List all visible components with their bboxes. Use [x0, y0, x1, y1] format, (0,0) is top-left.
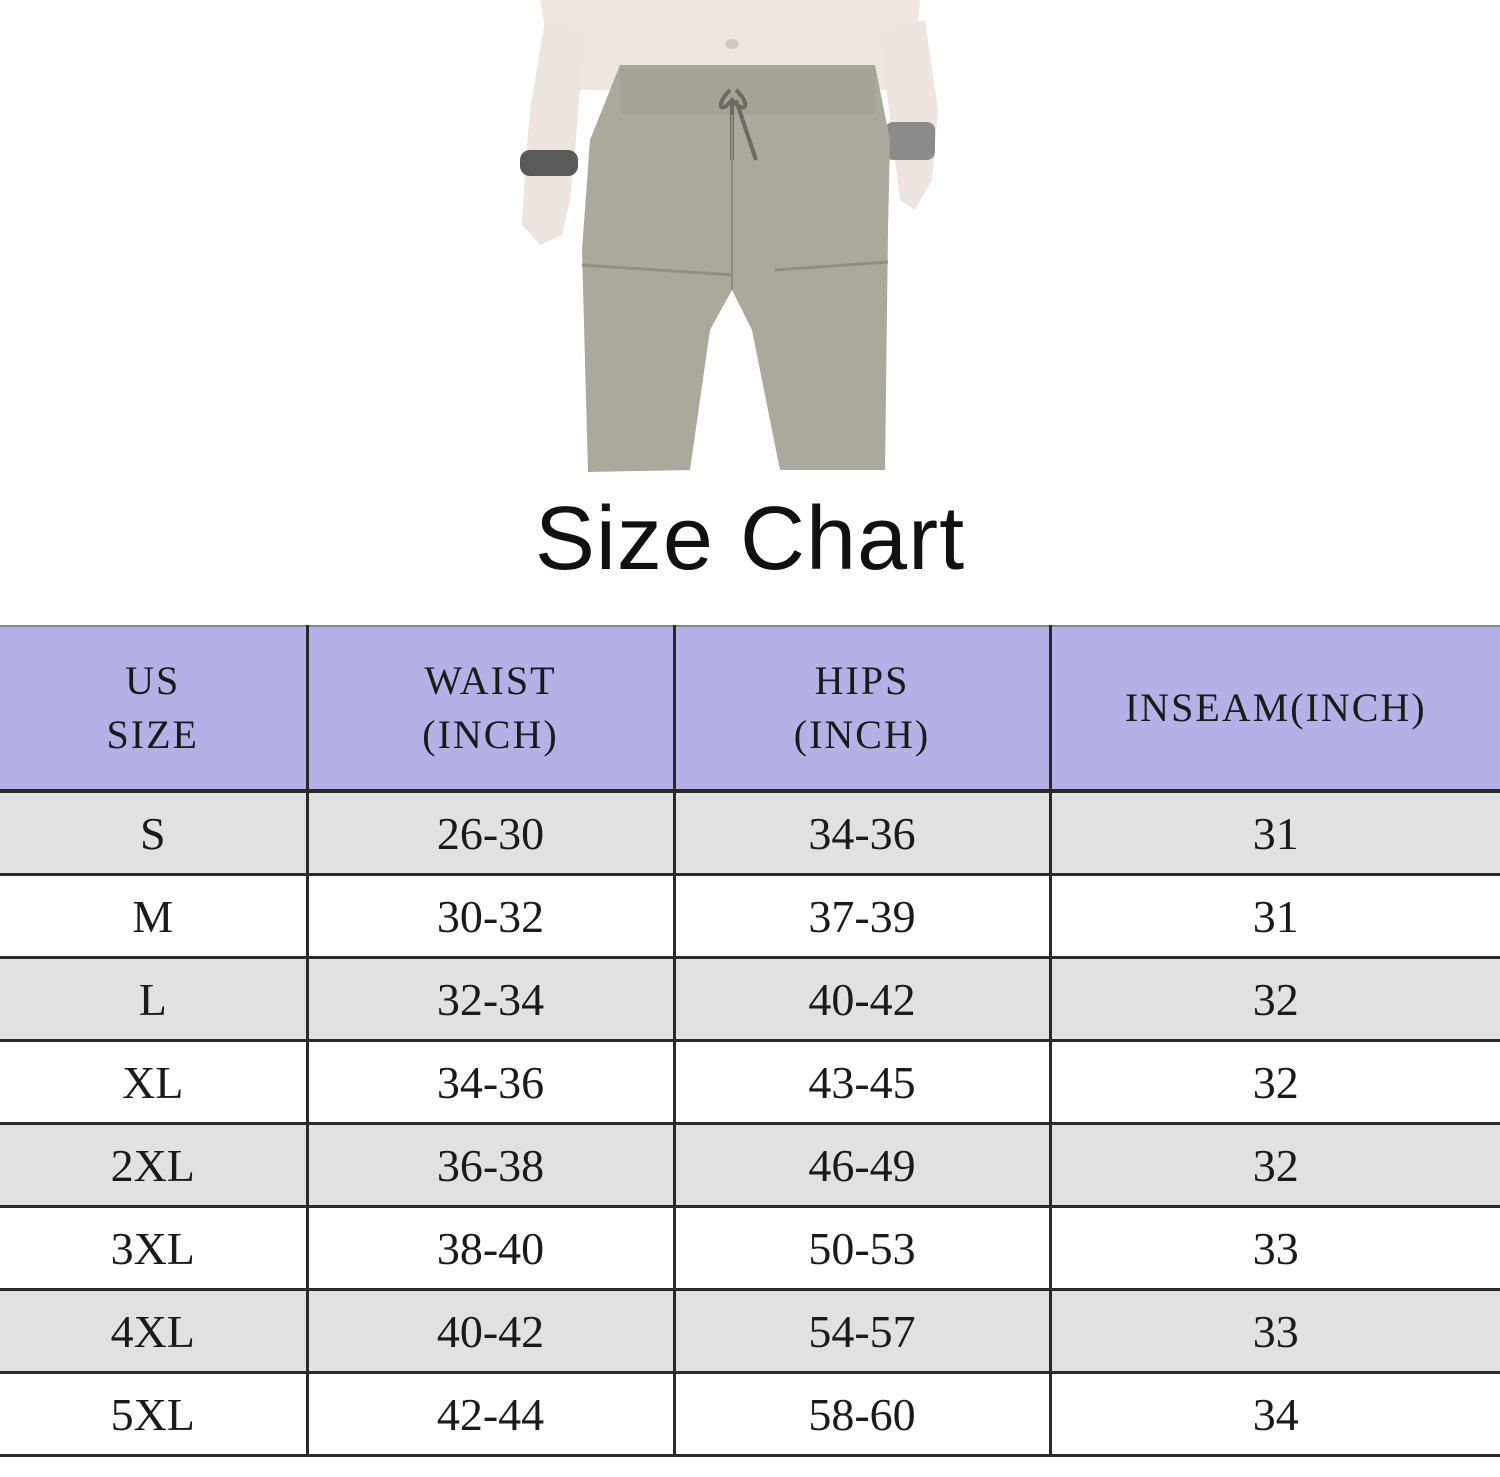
waistband — [620, 65, 876, 115]
header-hips: HIPS (INCH) — [672, 625, 1050, 793]
header-us-size: US SIZE — [0, 625, 307, 793]
cell-hips: 37-39 — [672, 874, 1050, 959]
table-row: XL 34-36 43-45 32 — [0, 1040, 1500, 1125]
header-inseam: INSEAM(INCH) — [1048, 625, 1500, 793]
cell-size: 5XL — [0, 1372, 307, 1457]
table-row: M 30-32 37-39 31 — [0, 874, 1500, 959]
cell-inseam: 32 — [1048, 1040, 1500, 1125]
table-header-row: US SIZE WAIST (INCH) HIPS (INCH) INSEAM(… — [0, 625, 1500, 793]
cell-waist: 32-34 — [305, 957, 674, 1042]
cell-size: XL — [0, 1040, 307, 1125]
cell-size: 2XL — [0, 1123, 307, 1208]
header-line: HIPS — [814, 658, 910, 703]
header-line: SIZE — [106, 712, 199, 757]
watch — [885, 122, 935, 160]
cell-waist: 26-30 — [305, 791, 674, 876]
cell-waist: 42-44 — [305, 1372, 674, 1457]
table-row: 2XL 36-38 46-49 32 — [0, 1123, 1500, 1208]
cell-waist: 36-38 — [305, 1123, 674, 1208]
navel — [725, 39, 739, 49]
table-row: 3XL 38-40 50-53 33 — [0, 1206, 1500, 1291]
cell-size: 4XL — [0, 1289, 307, 1374]
cell-waist: 30-32 — [305, 874, 674, 959]
size-chart-table: US SIZE WAIST (INCH) HIPS (INCH) INSEAM(… — [0, 625, 1500, 1457]
header-waist: WAIST (INCH) — [305, 625, 674, 793]
cell-inseam: 32 — [1048, 957, 1500, 1042]
header-line: WAIST — [424, 658, 557, 703]
table-row: S 26-30 34-36 31 — [0, 791, 1500, 876]
cell-inseam: 34 — [1048, 1372, 1500, 1457]
cell-hips: 50-53 — [672, 1206, 1050, 1291]
page-title: Size Chart — [534, 489, 966, 589]
bracelet — [520, 150, 578, 176]
cell-inseam: 33 — [1048, 1206, 1500, 1291]
cell-inseam: 31 — [1048, 874, 1500, 959]
cell-waist: 34-36 — [305, 1040, 674, 1125]
cell-hips: 40-42 — [672, 957, 1050, 1042]
cell-hips: 34-36 — [672, 791, 1050, 876]
cell-hips: 54-57 — [672, 1289, 1050, 1374]
header-line: US — [125, 658, 181, 703]
cell-hips: 58-60 — [672, 1372, 1050, 1457]
cell-size: S — [0, 791, 307, 876]
cell-waist: 38-40 — [305, 1206, 674, 1291]
left-arm — [522, 20, 585, 245]
cell-hips: 46-49 — [672, 1123, 1050, 1208]
table-row: 4XL 40-42 54-57 33 — [0, 1289, 1500, 1374]
cell-waist: 40-42 — [305, 1289, 674, 1374]
cell-hips: 43-45 — [672, 1040, 1050, 1125]
header-line: (INCH) — [793, 712, 931, 757]
cell-size: 3XL — [0, 1206, 307, 1291]
table-row: 5XL 42-44 58-60 34 — [0, 1372, 1500, 1457]
cell-size: L — [0, 957, 307, 1042]
cell-inseam: 33 — [1048, 1289, 1500, 1374]
table-row: L 32-34 40-42 32 — [0, 957, 1500, 1042]
cell-inseam: 32 — [1048, 1123, 1500, 1208]
cell-inseam: 31 — [1048, 791, 1500, 876]
header-line: (INCH) — [422, 712, 559, 757]
cell-size: M — [0, 874, 307, 959]
header-line: INSEAM(INCH) — [1124, 685, 1427, 730]
product-photo-shorts — [520, 0, 938, 472]
